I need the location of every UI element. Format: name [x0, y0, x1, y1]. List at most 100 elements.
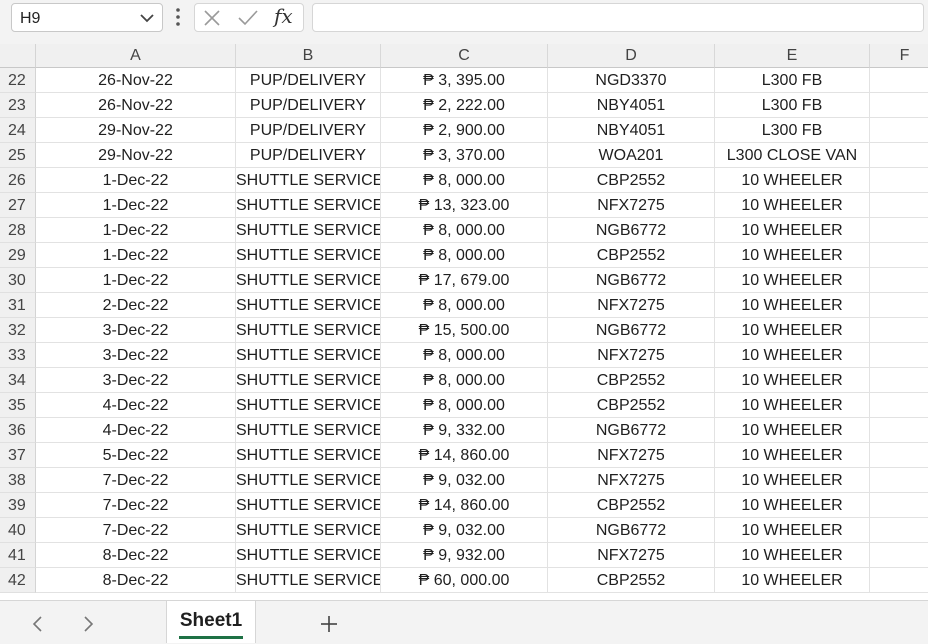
row-header[interactable]: 31: [0, 293, 36, 318]
cell-e[interactable]: 10 WHEELER: [715, 368, 870, 393]
plus-icon[interactable]: [318, 613, 340, 635]
cell-a[interactable]: 26-Nov-22: [36, 68, 236, 93]
cell-d[interactable]: NGB6772: [548, 518, 715, 543]
cell-e[interactable]: L300 FB: [715, 68, 870, 93]
cell-d[interactable]: NGD3370: [548, 68, 715, 93]
chevron-left-icon[interactable]: [30, 615, 46, 633]
cell-d[interactable]: NFX7275: [548, 468, 715, 493]
row-header[interactable]: 39: [0, 493, 36, 518]
cell-e[interactable]: 10 WHEELER: [715, 193, 870, 218]
cell-d[interactable]: NGB6772: [548, 268, 715, 293]
cell-d[interactable]: CBP2552: [548, 168, 715, 193]
cell-c[interactable]: ₱ 14, 860.00: [381, 493, 548, 518]
row-header[interactable]: 23: [0, 93, 36, 118]
column-header-c[interactable]: C: [381, 44, 548, 68]
cell-a[interactable]: 3-Dec-22: [36, 343, 236, 368]
cell-e[interactable]: L300 FB: [715, 118, 870, 143]
cell-c[interactable]: ₱ 8, 000.00: [381, 243, 548, 268]
cell-b[interactable]: SHUTTLE SERVICE: [236, 468, 381, 493]
cell-e[interactable]: 10 WHEELER: [715, 493, 870, 518]
cell-a[interactable]: 29-Nov-22: [36, 143, 236, 168]
cell-f[interactable]: [870, 268, 928, 293]
cell-e[interactable]: 10 WHEELER: [715, 343, 870, 368]
cell-d[interactable]: CBP2552: [548, 568, 715, 593]
cell-f[interactable]: [870, 393, 928, 418]
row-header[interactable]: 33: [0, 343, 36, 368]
cell-e[interactable]: 10 WHEELER: [715, 168, 870, 193]
cell-a[interactable]: 8-Dec-22: [36, 568, 236, 593]
cell-f[interactable]: [870, 318, 928, 343]
sheet-tab-sheet1[interactable]: Sheet1: [166, 601, 256, 643]
cell-d[interactable]: NFX7275: [548, 193, 715, 218]
cell-c[interactable]: ₱ 14, 860.00: [381, 443, 548, 468]
cell-f[interactable]: [870, 193, 928, 218]
cell-a[interactable]: 4-Dec-22: [36, 393, 236, 418]
cell-c[interactable]: ₱ 3, 395.00: [381, 68, 548, 93]
cell-d[interactable]: NFX7275: [548, 343, 715, 368]
cell-f[interactable]: [870, 218, 928, 243]
cell-b[interactable]: SHUTTLE SERVICE: [236, 268, 381, 293]
name-box[interactable]: H9: [11, 3, 163, 32]
cell-c[interactable]: ₱ 8, 000.00: [381, 218, 548, 243]
cell-a[interactable]: 1-Dec-22: [36, 243, 236, 268]
cell-d[interactable]: CBP2552: [548, 493, 715, 518]
cell-d[interactable]: WOA201: [548, 143, 715, 168]
cell-b[interactable]: SHUTTLE SERVICE: [236, 518, 381, 543]
cell-b[interactable]: SHUTTLE SERVICE: [236, 443, 381, 468]
cell-c[interactable]: ₱ 8, 000.00: [381, 168, 548, 193]
row-header[interactable]: 37: [0, 443, 36, 468]
cell-f[interactable]: [870, 443, 928, 468]
column-header-f[interactable]: F: [870, 44, 928, 68]
cell-d[interactable]: CBP2552: [548, 243, 715, 268]
cell-b[interactable]: SHUTTLE SERVICE: [236, 193, 381, 218]
cell-d[interactable]: NGB6772: [548, 218, 715, 243]
cell-b[interactable]: SHUTTLE SERVICE: [236, 368, 381, 393]
cell-c[interactable]: ₱ 17, 679.00: [381, 268, 548, 293]
cell-b[interactable]: PUP/DELIVERY: [236, 118, 381, 143]
cell-e[interactable]: 10 WHEELER: [715, 518, 870, 543]
cell-c[interactable]: ₱ 15, 500.00: [381, 318, 548, 343]
cell-f[interactable]: [870, 168, 928, 193]
cell-f[interactable]: [870, 568, 928, 593]
cell-b[interactable]: SHUTTLE SERVICE: [236, 393, 381, 418]
cell-b[interactable]: SHUTTLE SERVICE: [236, 218, 381, 243]
cell-f[interactable]: [870, 418, 928, 443]
column-header-b[interactable]: B: [236, 44, 381, 68]
cell-b[interactable]: PUP/DELIVERY: [236, 93, 381, 118]
cell-c[interactable]: ₱ 2, 222.00: [381, 93, 548, 118]
cell-b[interactable]: SHUTTLE SERVICE: [236, 243, 381, 268]
column-header-d[interactable]: D: [548, 44, 715, 68]
cell-f[interactable]: [870, 343, 928, 368]
cell-c[interactable]: ₱ 8, 000.00: [381, 368, 548, 393]
row-header[interactable]: 26: [0, 168, 36, 193]
cell-a[interactable]: 1-Dec-22: [36, 268, 236, 293]
cell-c[interactable]: ₱ 8, 000.00: [381, 393, 548, 418]
insert-function-icon[interactable]: fx: [274, 4, 293, 28]
cell-f[interactable]: [870, 93, 928, 118]
cell-e[interactable]: L300 FB: [715, 93, 870, 118]
cell-d[interactable]: NFX7275: [548, 293, 715, 318]
row-header[interactable]: 24: [0, 118, 36, 143]
row-header[interactable]: 34: [0, 368, 36, 393]
checkmark-icon[interactable]: [237, 9, 259, 27]
cell-c[interactable]: ₱ 13, 323.00: [381, 193, 548, 218]
cell-b[interactable]: SHUTTLE SERVICE: [236, 493, 381, 518]
cell-e[interactable]: 10 WHEELER: [715, 393, 870, 418]
cell-f[interactable]: [870, 543, 928, 568]
cell-f[interactable]: [870, 68, 928, 93]
cell-e[interactable]: L300 CLOSE VAN: [715, 143, 870, 168]
row-header[interactable]: 25: [0, 143, 36, 168]
cell-e[interactable]: 10 WHEELER: [715, 243, 870, 268]
column-header-a[interactable]: A: [36, 44, 236, 68]
cell-c[interactable]: ₱ 60, 000.00: [381, 568, 548, 593]
cell-d[interactable]: CBP2552: [548, 393, 715, 418]
row-header[interactable]: 29: [0, 243, 36, 268]
cell-c[interactable]: ₱ 9, 032.00: [381, 518, 548, 543]
cell-f[interactable]: [870, 493, 928, 518]
cell-d[interactable]: NFX7275: [548, 443, 715, 468]
cell-a[interactable]: 7-Dec-22: [36, 518, 236, 543]
row-header[interactable]: 30: [0, 268, 36, 293]
cell-b[interactable]: PUP/DELIVERY: [236, 143, 381, 168]
cell-f[interactable]: [870, 468, 928, 493]
row-header[interactable]: 22: [0, 68, 36, 93]
